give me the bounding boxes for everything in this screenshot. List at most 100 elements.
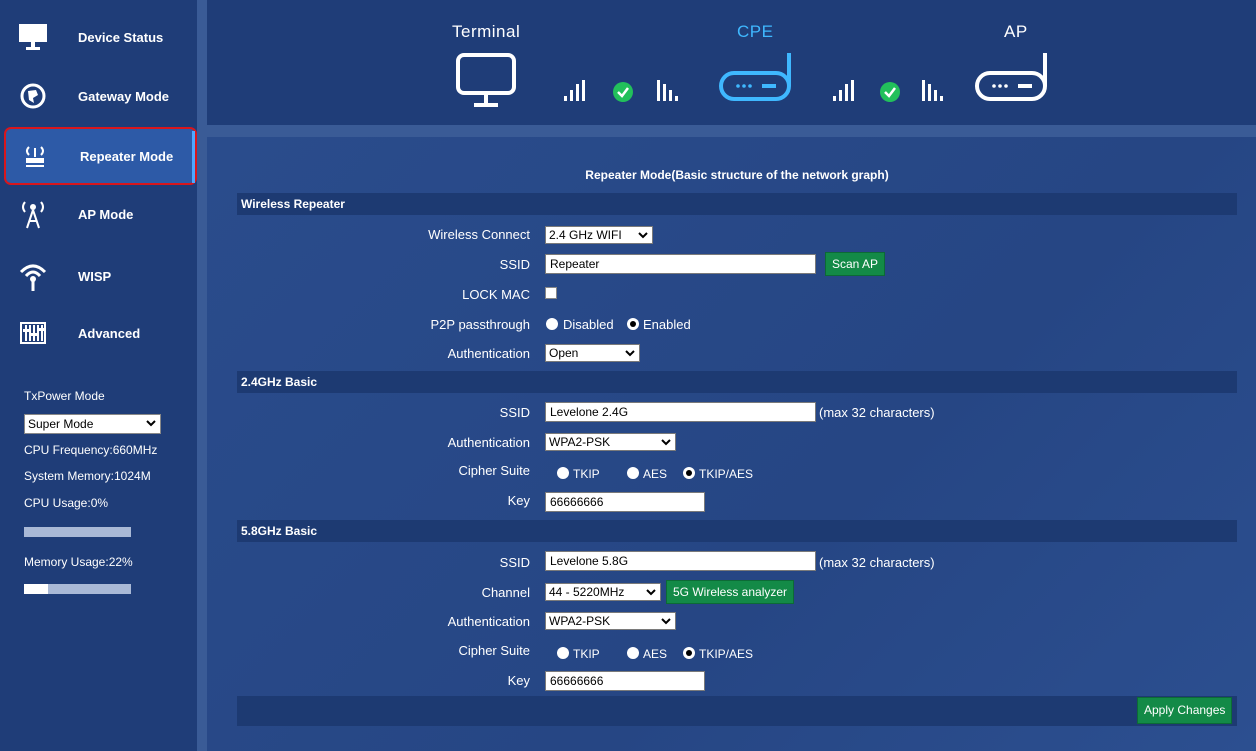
cipher-58-tkipaes-label: TKIP/AES <box>699 647 754 661</box>
repeater-auth-value: Open <box>549 346 579 360</box>
cpe-router-icon <box>719 53 791 101</box>
cpu-usage-bar <box>24 527 131 537</box>
sidebar-item-label: WISP <box>78 268 112 284</box>
sidebar-item-wisp[interactable]: WISP <box>0 247 197 305</box>
sidebar-item-label: Gateway Mode <box>78 88 170 104</box>
cipher-24-tkipaes-radio[interactable] <box>683 467 695 479</box>
cipher-24-aes-radio[interactable] <box>627 467 639 479</box>
cipher-58-tkip-label: TKIP <box>573 647 600 661</box>
apply-bar <box>237 696 1237 726</box>
cipher-24-tkip-radio[interactable] <box>557 467 569 479</box>
ap-router-icon <box>975 53 1047 101</box>
p2p-disabled-label: Disabled <box>563 317 614 332</box>
chevron-down-icon <box>646 589 656 596</box>
txpower-select[interactable]: Super Mode <box>24 414 161 434</box>
page-title: Repeater Mode(Basic structure of the net… <box>585 168 889 182</box>
auth-58-value: WPA2-PSK <box>549 614 611 628</box>
cpu-usage: CPU Usage:0% <box>24 496 109 510</box>
cipher-58-label: Cipher Suite <box>458 643 530 658</box>
wireless-connect-value: 2.4 GHz WIFI <box>549 228 622 242</box>
p2p-enabled-radio[interactable] <box>627 318 639 330</box>
sidebar-item-repeater-mode[interactable]: Repeater Mode <box>4 127 197 185</box>
ssid-24-label: SSID <box>499 405 530 420</box>
check-circle-icon <box>880 82 900 102</box>
cpu-frequency: CPU Frequency:660MHz <box>24 443 158 457</box>
auth-24-select[interactable]: WPA2-PSK <box>545 433 676 451</box>
repeater-ssid-input[interactable]: Repeater <box>545 254 816 274</box>
sidebar-item-label: Advanced <box>78 325 141 341</box>
lock-mac-checkbox[interactable] <box>545 287 557 299</box>
key-58-input[interactable]: 66666666 <box>545 671 705 691</box>
header-divider <box>207 125 1256 137</box>
chevron-down-icon <box>638 232 648 239</box>
ssid-58-input[interactable]: Levelone 5.8G <box>545 551 816 571</box>
monitor-icon <box>14 20 52 54</box>
antenna-tower-icon <box>14 197 52 231</box>
signal-bars-icon <box>564 80 585 101</box>
p2p-disabled-radio[interactable] <box>546 318 558 330</box>
chevron-down-icon <box>146 420 156 427</box>
ssid-58-label: SSID <box>499 555 530 570</box>
cipher-58-aes-label: AES <box>643 647 668 661</box>
sidebar-item-label: AP Mode <box>78 206 134 222</box>
channel-value: 44 - 5220MHz <box>549 585 625 599</box>
sidebar-item-gateway-mode[interactable]: Gateway Mode <box>0 67 197 125</box>
auth-58-label: Authentication <box>447 614 530 629</box>
ssid-24-hint: (max 32 characters) <box>819 405 935 420</box>
p2p-label: P2P passthrough <box>430 317 531 332</box>
apply-changes-button[interactable]: Apply Changes <box>1137 697 1233 724</box>
section-wireless-repeater: Wireless Repeater <box>237 193 1237 215</box>
cipher-24-aes-label: AES <box>643 467 668 481</box>
p2p-enabled-label: Enabled <box>643 317 691 332</box>
chevron-down-icon <box>661 439 671 446</box>
key-58-label: Key <box>507 673 530 688</box>
active-indicator <box>192 131 195 183</box>
cipher-24-tkipaes-label: TKIP/AES <box>699 467 754 481</box>
cipher-24-label: Cipher Suite <box>458 463 530 478</box>
globe-icon <box>14 79 52 113</box>
cipher-58-aes-radio[interactable] <box>627 647 639 659</box>
txpower-label: TxPower Mode <box>24 389 105 403</box>
channel-label: Channel <box>481 585 530 600</box>
memory-usage: Memory Usage:22% <box>24 555 133 569</box>
repeater-auth-select[interactable]: Open <box>545 344 640 362</box>
cipher-24-tkip-label: TKIP <box>573 467 600 481</box>
wireless-connect-select[interactable]: 2.4 GHz WIFI <box>545 226 653 244</box>
cpe-label: CPE <box>737 22 774 41</box>
scan-ap-button[interactable]: Scan AP <box>825 252 886 276</box>
auth-24-value: WPA2-PSK <box>549 435 611 449</box>
channel-select[interactable]: 44 - 5220MHz <box>545 583 661 601</box>
chevron-down-icon <box>625 350 635 357</box>
key-24-input[interactable]: 66666666 <box>545 492 705 512</box>
memory-usage-fill <box>24 584 48 594</box>
sidebar-divider <box>197 0 207 751</box>
sidebar-item-ap-mode[interactable]: AP Mode <box>0 185 197 243</box>
lock-mac-label: LOCK MAC <box>462 287 530 302</box>
wireless-connect-label: Wireless Connect <box>428 227 530 242</box>
terminal-monitor-icon <box>456 53 516 107</box>
auth-58-select[interactable]: WPA2-PSK <box>545 612 676 630</box>
sidebar-item-device-status[interactable]: Device Status <box>0 8 197 66</box>
signal-bars-icon <box>833 80 854 101</box>
txpower-select-value: Super Mode <box>28 417 94 431</box>
memory-usage-bar <box>24 584 131 594</box>
terminal-label: Terminal <box>452 22 521 41</box>
sidebar-item-label: Device Status <box>78 29 164 45</box>
ssid-24-input[interactable]: Levelone 2.4G <box>545 402 816 422</box>
equalizer-icon <box>14 316 52 350</box>
auth-24-label: Authentication <box>447 435 530 450</box>
check-circle-icon <box>613 82 633 102</box>
system-memory: System Memory:1024M <box>24 469 151 483</box>
cipher-58-tkip-radio[interactable] <box>557 647 569 659</box>
sidebar-item-label: Repeater Mode <box>80 148 174 164</box>
section-24ghz-basic: 2.4GHz Basic <box>237 371 1237 393</box>
signal-bars-reverse-icon <box>922 80 943 101</box>
ap-label: AP <box>1004 22 1028 41</box>
wireless-analyzer-button[interactable]: 5G Wireless analyzer <box>666 580 795 604</box>
chevron-down-icon <box>661 618 671 625</box>
signal-bars-reverse-icon <box>657 80 678 101</box>
sidebar-item-advanced[interactable]: Advanced <box>0 304 197 362</box>
section-58ghz-basic: 5.8GHz Basic <box>237 520 1237 542</box>
repeater-icon <box>16 139 54 173</box>
cipher-58-tkipaes-radio[interactable] <box>683 647 695 659</box>
